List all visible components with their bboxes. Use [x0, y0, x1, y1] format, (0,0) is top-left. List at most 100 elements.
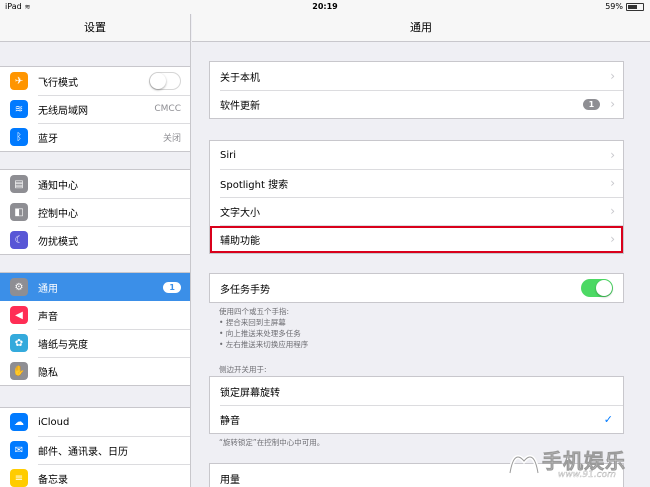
sidebar-item-label: 邮件、通讯录、日历: [38, 446, 128, 458]
sidebar-item[interactable]: ☾ 勿扰模式: [0, 226, 190, 254]
multitask-note-line: • 捏合来回到主屏幕: [219, 318, 286, 327]
detail-row-label: Siri: [220, 149, 237, 161]
sidebar-item-label: 隐私: [38, 367, 58, 379]
detail-row-label: 辅助功能: [220, 235, 260, 247]
sidebar-item-value: 关闭: [162, 133, 181, 144]
sidebar-item[interactable]: ✉ 邮件、通讯录、日历: [0, 436, 190, 464]
sidebar-item-label: 飞行模式: [38, 77, 78, 89]
gear-icon: ⚙: [10, 278, 28, 296]
side-switch-note: “旋转锁定”在控制中心中可用。: [219, 438, 325, 447]
sidebar-item[interactable]: ▤ 通知中心: [0, 170, 190, 198]
chevron-right-icon: ›: [610, 69, 615, 83]
detail-row[interactable]: Siri ›: [210, 141, 623, 169]
side-switch-option[interactable]: 静音 ✓: [210, 405, 623, 433]
sidebar-group: ☁ iCloud ✉ 邮件、通讯录、日历 ≡ 备忘录: [0, 407, 190, 487]
multitask-gestures-label: 多任务手势: [220, 284, 270, 296]
sidebar-item[interactable]: ⚙ 通用 1: [0, 273, 190, 301]
checkmark-icon: ✓: [603, 412, 613, 426]
sidebar-group: ✈ 飞行模式 ≋ 无线局域网 CMCC ᛒ 蓝牙 关闭: [0, 66, 190, 152]
multitask-note-line: • 左右推送来切换应用程序: [219, 340, 309, 349]
sidebar-item[interactable]: ≡ 备忘录: [0, 464, 190, 487]
sidebar-item[interactable]: ᛒ 蓝牙 关闭: [0, 123, 190, 151]
moon-icon: ☾: [10, 231, 28, 249]
sidebar-item[interactable]: ✿ 墙纸与亮度: [0, 329, 190, 357]
toggle-knob: [150, 73, 166, 89]
sidebar-item[interactable]: ✈ 飞行模式: [0, 67, 190, 95]
sidebar-item-label: 通知中心: [38, 180, 78, 192]
airplane-mode-toggle[interactable]: [149, 72, 181, 90]
detail-row[interactable]: 辅助功能 ›: [210, 225, 623, 253]
airplane-icon: ✈: [10, 72, 28, 90]
bluetooth-icon: ᛒ: [10, 128, 28, 146]
chevron-right-icon: ›: [610, 232, 615, 246]
chevron-right-icon: ›: [610, 204, 615, 218]
battery-icon: [626, 2, 644, 11]
sidebar-item[interactable]: ◧ 控制中心: [0, 198, 190, 226]
usage-row[interactable]: 用量: [210, 464, 623, 487]
side-switch-option-label: 锁定屏幕旋转: [220, 387, 280, 399]
multitask-toggle[interactable]: [581, 279, 613, 297]
side-switch-header: 侧边开关用于:: [219, 365, 267, 374]
wifi-icon: ≋: [10, 100, 28, 118]
side-switch-option-label: 静音: [220, 415, 240, 427]
detail-row-label: 关于本机: [220, 72, 260, 84]
multitask-group: 多任务手势: [209, 273, 624, 303]
sidebar-item[interactable]: ◀ 声音: [0, 301, 190, 329]
sidebar-group: ⚙ 通用 1 ◀ 声音 ✿ 墙纸与亮度 ✋ 隐私: [0, 272, 190, 386]
about-update-group: 关于本机 › 软件更新 1 ›: [209, 61, 624, 119]
detail-row-label: 软件更新: [220, 100, 260, 112]
sidebar-item-label: 备忘录: [38, 474, 68, 486]
sidebar-group: ▤ 通知中心 ◧ 控制中心 ☾ 勿扰模式: [0, 169, 190, 255]
sidebar-item[interactable]: ≋ 无线局域网 CMCC: [0, 95, 190, 123]
side-switch-group: 锁定屏幕旋转 静音 ✓: [209, 376, 624, 434]
speaker-icon: ◀: [10, 306, 28, 324]
battery-fill: [628, 4, 637, 9]
battery-status: 59%: [605, 2, 644, 11]
general-detail-pane: 通用 关于本机 › 软件更新 1 › Siri › Spotlight 搜索 › 文字大小 › 辅助…: [192, 14, 650, 487]
features-group: Siri › Spotlight 搜索 › 文字大小 › 辅助功能 ›: [209, 140, 624, 254]
mail-icon: ✉: [10, 441, 28, 459]
multitask-note-line: 使用四个或五个手指:: [219, 307, 290, 316]
sidebar-title: 设置: [0, 14, 190, 42]
status-bar: iPad ≋ 20:19 59%: [0, 0, 650, 14]
detail-row[interactable]: 关于本机 ›: [210, 62, 623, 90]
battery-percent: 59%: [605, 2, 623, 11]
sidebar-item-value: CMCC: [154, 104, 181, 114]
update-badge: 1: [163, 281, 181, 293]
usage-group: 用量: [209, 463, 624, 487]
sidebar-item[interactable]: ✋ 隐私: [0, 357, 190, 385]
multitask-note-line: • 向上推送来处理多任务: [219, 329, 301, 338]
status-time: 20:19: [312, 2, 338, 11]
notification-center-icon: ▤: [10, 175, 28, 193]
settings-sidebar: 设置 ✈ 飞行模式 ≋ 无线局域网 CMCC ᛒ 蓝牙 关闭 ▤ 通知中心 ◧ 控制中心 ☾ 勿扰模式 ⚙ 通…: [0, 14, 191, 487]
chevron-right-icon: ›: [610, 97, 615, 111]
detail-row[interactable]: 文字大小 ›: [210, 197, 623, 225]
sidebar-item-label: 墙纸与亮度: [38, 339, 88, 351]
sidebar-item-label: 勿扰模式: [38, 236, 78, 248]
multitask-gestures-row[interactable]: 多任务手势: [210, 274, 623, 302]
sidebar-item-label: 控制中心: [38, 208, 78, 220]
software-update-badge: 1: [582, 98, 601, 110]
detail-row-label: 文字大小: [220, 207, 260, 219]
control-center-icon: ◧: [10, 203, 28, 221]
toggle-knob: [596, 280, 612, 296]
cloud-icon: ☁: [10, 413, 28, 431]
sidebar-item[interactable]: ☁ iCloud: [0, 408, 190, 436]
chevron-right-icon: ›: [610, 148, 615, 162]
sidebar-item-label: 无线局域网: [38, 105, 88, 117]
usage-label: 用量: [220, 474, 240, 486]
notes-icon: ≡: [10, 469, 28, 487]
chevron-right-icon: ›: [610, 176, 615, 190]
multitask-notes: 使用四个或五个手指: • 捏合来回到主屏幕 • 向上推送来处理多任务 • 左右推送来切…: [219, 306, 308, 350]
sidebar-item-label: 通用: [38, 283, 58, 295]
detail-title: 通用: [192, 14, 650, 42]
sidebar-item-label: 声音: [38, 311, 58, 323]
wallpaper-icon: ✿: [10, 334, 28, 352]
detail-row-label: Spotlight 搜索: [220, 179, 289, 191]
hand-icon: ✋: [10, 362, 28, 380]
sidebar-item-label: 蓝牙: [38, 133, 58, 145]
sidebar-item-label: iCloud: [38, 416, 70, 428]
detail-row[interactable]: 软件更新 1 ›: [210, 90, 623, 118]
detail-row[interactable]: Spotlight 搜索 ›: [210, 169, 623, 197]
side-switch-option[interactable]: 锁定屏幕旋转: [210, 377, 623, 405]
